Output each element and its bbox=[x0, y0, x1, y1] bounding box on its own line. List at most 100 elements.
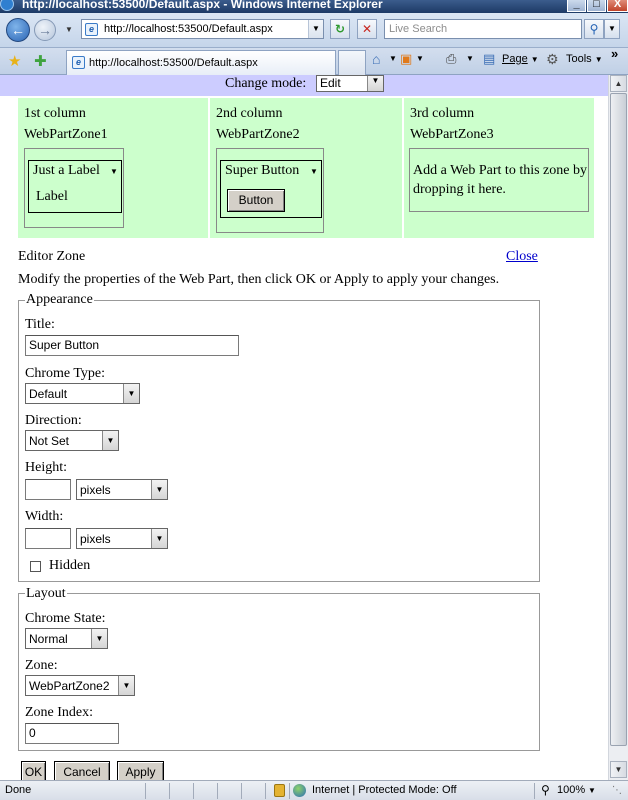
tab-label: http://localhost:53500/Default.aspx bbox=[89, 57, 258, 69]
feeds-icon[interactable]: ▣ bbox=[400, 51, 412, 67]
appearance-legend: Appearance bbox=[25, 292, 94, 308]
status-divider bbox=[241, 783, 242, 799]
address-bar: ← → ▼ e http://localhost:53500/Default.a… bbox=[0, 13, 628, 48]
zone-value: WebPartZone2 bbox=[29, 679, 110, 693]
web-part-zone-2: 2nd column WebPartZone2 Super Button ▼ B… bbox=[210, 98, 402, 238]
direction-value: Not Set bbox=[29, 434, 70, 448]
forward-button[interactable]: → bbox=[34, 19, 56, 41]
page-icon: e bbox=[85, 23, 98, 36]
print-dropdown-icon[interactable]: ▼ bbox=[466, 54, 474, 63]
width-unit-select[interactable]: pixels ▼ bbox=[76, 528, 168, 549]
status-divider bbox=[265, 783, 266, 799]
print-icon[interactable]: ⎙ bbox=[446, 51, 456, 67]
stop-button[interactable]: ✕ bbox=[357, 19, 377, 39]
search-input[interactable]: Live Search bbox=[384, 19, 582, 39]
zone-drop-area[interactable]: Just a Label ▼ Label bbox=[24, 148, 124, 228]
home-dropdown-icon[interactable]: ▼ bbox=[389, 54, 397, 63]
chrome-state-select[interactable]: Normal ▼ bbox=[25, 628, 108, 649]
editor-close-link[interactable]: Close bbox=[506, 249, 538, 265]
gear-icon: ⚙ bbox=[546, 51, 559, 67]
security-zone-text[interactable]: Internet | Protected Mode: Off bbox=[312, 784, 457, 796]
scroll-down-icon[interactable]: ▼ bbox=[610, 761, 627, 778]
vertical-scrollbar[interactable]: ▲ ▼ bbox=[608, 75, 628, 780]
web-part-zone-1: 1st column WebPartZone1 Just a Label ▼ L… bbox=[18, 98, 208, 238]
home-icon[interactable]: ⌂ bbox=[372, 51, 380, 67]
chevron-down-icon: ▼ bbox=[102, 431, 118, 450]
height-input[interactable] bbox=[25, 479, 71, 500]
window-title: http://localhost:53500/Default.aspx - Wi… bbox=[22, 0, 383, 11]
chevron-down-icon: ▼ bbox=[151, 480, 167, 499]
tools-dropdown-icon: ▼ bbox=[594, 55, 603, 64]
zoom-dropdown-icon[interactable]: ▼ bbox=[588, 786, 596, 795]
width-input[interactable] bbox=[25, 528, 71, 549]
mode-select-value: Edit bbox=[320, 76, 341, 90]
hidden-checkbox[interactable] bbox=[30, 561, 41, 572]
new-tab-button[interactable] bbox=[338, 50, 366, 75]
resize-grip-icon[interactable]: ⋱ bbox=[612, 785, 622, 796]
tab-default-aspx[interactable]: e http://localhost:53500/Default.aspx bbox=[66, 50, 336, 75]
web-part-menu-icon[interactable]: ▼ bbox=[310, 167, 318, 176]
status-divider bbox=[217, 783, 218, 799]
web-part-super-button[interactable]: Super Button ▼ Button bbox=[220, 160, 322, 218]
page-menu[interactable]: Page ▼ bbox=[502, 53, 539, 65]
more-commands-chevron-icon[interactable]: » bbox=[611, 46, 618, 61]
web-part-just-a-label[interactable]: Just a Label ▼ Label bbox=[28, 160, 122, 213]
web-part-label-text: Label bbox=[36, 189, 68, 204]
direction-select[interactable]: Not Set ▼ bbox=[25, 430, 119, 451]
width-label: Width: bbox=[25, 509, 64, 524]
chrome-type-select[interactable]: Default ▼ bbox=[25, 383, 140, 404]
history-dropdown-icon[interactable]: ▼ bbox=[65, 25, 73, 34]
search-options-dropdown-icon[interactable]: ▼ bbox=[604, 19, 620, 39]
status-divider bbox=[169, 783, 170, 799]
scrollbar-thumb[interactable] bbox=[610, 93, 627, 746]
status-divider bbox=[193, 783, 194, 799]
zone-index-input[interactable]: 0 bbox=[25, 723, 119, 744]
zone-drop-area[interactable]: Super Button ▼ Button bbox=[216, 148, 324, 233]
web-part-menu-icon[interactable]: ▼ bbox=[110, 167, 118, 176]
feeds-dropdown-icon[interactable]: ▼ bbox=[416, 54, 424, 63]
status-text: Done bbox=[5, 784, 32, 796]
favorites-star-icon[interactable]: ★ bbox=[8, 52, 21, 70]
chrome-state-value: Normal bbox=[29, 632, 68, 646]
scroll-up-icon[interactable]: ▲ bbox=[610, 75, 627, 92]
chevron-down-icon: ▼ bbox=[123, 384, 139, 403]
apply-button[interactable]: Apply bbox=[117, 761, 164, 780]
width-unit-value: pixels bbox=[80, 532, 111, 546]
close-window-button[interactable]: X bbox=[607, 0, 628, 12]
tab-page-icon: e bbox=[72, 56, 85, 69]
url-field[interactable]: e http://localhost:53500/Default.aspx ▼ bbox=[81, 19, 324, 39]
zone-drop-area[interactable]: Add a Web Part to this zone by dropping … bbox=[409, 148, 589, 212]
mode-bar: Change mode: Edit ▼ bbox=[0, 75, 608, 96]
tools-menu[interactable]: Tools ▼ bbox=[566, 53, 603, 65]
chevron-down-icon: ▼ bbox=[91, 629, 107, 648]
lock-icon bbox=[274, 784, 285, 797]
chevron-down-icon: ▼ bbox=[151, 529, 167, 548]
zoom-level[interactable]: 100% bbox=[557, 784, 585, 796]
mode-label: Change mode: bbox=[225, 76, 307, 91]
minimize-button[interactable]: _ bbox=[567, 0, 586, 12]
refresh-button[interactable]: ↻ bbox=[330, 19, 350, 39]
cancel-button[interactable]: Cancel bbox=[54, 761, 110, 780]
restore-button[interactable]: □ bbox=[587, 0, 606, 12]
tools-menu-label: Tools bbox=[566, 53, 592, 65]
url-dropdown-icon[interactable]: ▼ bbox=[308, 20, 323, 38]
chrome-type-value: Default bbox=[29, 387, 68, 401]
add-favorites-icon[interactable]: ✚ bbox=[34, 52, 47, 70]
chevron-down-icon: ▼ bbox=[367, 76, 383, 91]
direction-label: Direction: bbox=[25, 413, 82, 428]
back-button[interactable]: ← bbox=[6, 18, 30, 42]
ok-button[interactable]: OK bbox=[21, 761, 46, 780]
zone-name: WebPartZone1 bbox=[24, 127, 108, 142]
empty-zone-message: Add a Web Part to this zone by dropping … bbox=[413, 163, 587, 197]
chrome-type-label: Chrome Type: bbox=[25, 366, 106, 381]
globe-icon bbox=[293, 784, 306, 797]
status-divider bbox=[145, 783, 146, 799]
zone-select[interactable]: WebPartZone2 ▼ bbox=[25, 675, 135, 696]
search-icon[interactable]: ⚲ bbox=[584, 19, 604, 39]
height-unit-select[interactable]: pixels ▼ bbox=[76, 479, 168, 500]
mode-select[interactable]: Edit ▼ bbox=[316, 75, 384, 92]
super-button[interactable]: Button bbox=[227, 189, 285, 212]
tab-row: ★ ✚ e http://localhost:53500/Default.asp… bbox=[0, 46, 628, 75]
ie-icon bbox=[0, 0, 14, 11]
title-input[interactable]: Super Button bbox=[25, 335, 239, 356]
